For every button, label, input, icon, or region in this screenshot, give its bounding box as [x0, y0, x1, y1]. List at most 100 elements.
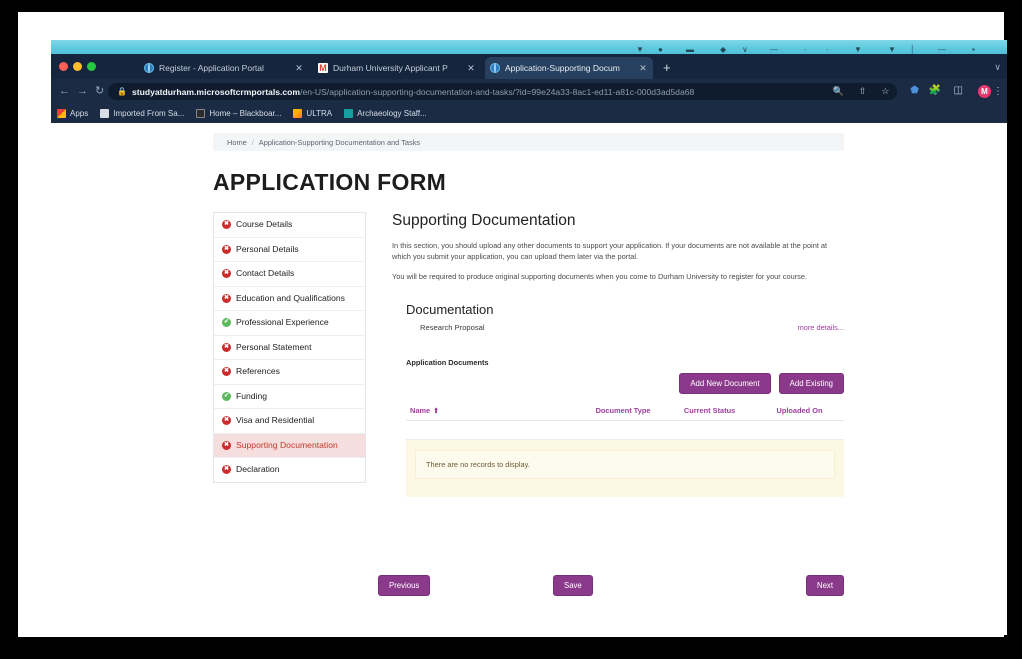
globe-icon: [144, 63, 154, 73]
sidebar-item-personal-statement[interactable]: Personal Statement: [214, 336, 365, 360]
status-incomplete-icon: [222, 465, 231, 474]
browser-tab-1[interactable]: Register - Application Portal ✕: [139, 57, 309, 79]
status-complete-icon: [222, 318, 231, 327]
window-maximize-button[interactable]: [87, 62, 96, 71]
browser-tab-3-title: Application-Supporting Docum: [505, 63, 620, 73]
form-section-nav: Course Details Personal Details Contact …: [213, 212, 366, 483]
folder-icon: [100, 109, 110, 118]
share-icon[interactable]: ⇧: [859, 86, 867, 97]
section-heading: Supporting Documentation: [392, 212, 576, 229]
table-header-row: Name ⬆ Document Type Current Status Uploa…: [406, 401, 844, 421]
menubar-glyph: —: [938, 45, 946, 54]
address-bar[interactable]: 🔒 studyatdurham.microsoftcrmportals.com/…: [108, 83, 835, 100]
sidebar-item-label: Personal Details: [236, 243, 299, 254]
close-icon[interactable]: ✕: [466, 63, 476, 74]
table-spacer-cell: [406, 420, 844, 440]
documentation-heading: Documentation: [406, 302, 494, 317]
chevron-down-icon[interactable]: ∨: [994, 62, 1001, 73]
documents-table: Name ⬆ Document Type Current Status Uploa…: [406, 401, 844, 440]
teal-dot-icon: [344, 109, 354, 118]
status-incomplete-icon: [222, 269, 231, 278]
close-icon[interactable]: ✕: [294, 63, 304, 74]
status-complete-icon: [222, 391, 231, 401]
bookmark-blackboard[interactable]: Home – Blackboar...: [196, 109, 281, 118]
sidebar-item-references[interactable]: References: [214, 360, 365, 385]
documentation-item-label: Research Proposal: [420, 323, 485, 332]
bookmark-apps[interactable]: Apps: [57, 109, 88, 118]
sidebar-item-declaration[interactable]: Declaration: [214, 458, 365, 482]
menubar-glyph: ▼: [888, 45, 896, 54]
browser-menu-icon[interactable]: ⋮: [993, 84, 1003, 99]
reload-button[interactable]: ↻: [95, 84, 104, 99]
more-details-link[interactable]: more details...: [798, 323, 844, 332]
bookmark-archaeology[interactable]: Archaeology Staff...: [344, 109, 427, 118]
puzzle-extensions-icon[interactable]: 🧩: [929, 85, 941, 97]
status-incomplete-icon: [222, 220, 231, 229]
column-header-uploaded-on[interactable]: Uploaded On: [772, 401, 844, 421]
empty-state-panel: There are no records to display.: [406, 440, 844, 497]
sidebar-item-visa-and-residential[interactable]: Visa and Residential: [214, 409, 365, 434]
sidebar-item-label: Declaration: [236, 464, 280, 474]
next-button[interactable]: Next: [805, 575, 844, 596]
breadcrumb-home[interactable]: Home: [227, 138, 247, 147]
sort-ascending-icon: ⬆: [433, 408, 440, 415]
sidebar-item-label: Education and Qualifications: [236, 292, 345, 303]
grid-toolbar: Add New Document Add Existing: [406, 373, 844, 394]
bookmark-ultra[interactable]: ULTRA: [293, 109, 332, 118]
main-content: Supporting Documentation In this section…: [392, 212, 844, 497]
breadcrumb-separator: /: [251, 137, 254, 147]
documentation-row: Research Proposal more details...: [406, 323, 844, 332]
close-icon[interactable]: ✕: [638, 63, 648, 74]
browser-tab-3[interactable]: Application-Supporting Docum ✕: [485, 57, 653, 79]
extension-shield-icon[interactable]: ⬟: [910, 85, 919, 97]
sidebar-item-professional-experience[interactable]: Professional Experience: [214, 311, 365, 336]
sidebar-item-personal-details[interactable]: Personal Details: [214, 238, 365, 262]
bookmarks-bar: Apps Imported From Sa... Home – Blackboa…: [51, 104, 1007, 123]
sidebar-item-supporting-documentation[interactable]: Supporting Documentation: [214, 433, 365, 458]
lock-icon: 🔒: [117, 87, 127, 96]
application-documents-grid: Add New Document Add Existing Name ⬆ Docu…: [392, 373, 844, 497]
sidebar-item-label: Visa and Residential: [236, 415, 315, 425]
bookmark-imported[interactable]: Imported From Sa...: [100, 109, 184, 118]
column-header-current-status[interactable]: Current Status: [679, 401, 773, 421]
form-footer-actions: Previous Save Next: [378, 575, 844, 596]
save-button[interactable]: Save: [553, 575, 593, 596]
window-close-button[interactable]: [59, 62, 68, 71]
add-existing-button[interactable]: Add Existing: [778, 373, 844, 394]
address-bar-url: studyatdurham.microsoftcrmportals.com/en…: [132, 87, 694, 97]
photo-white-page: ▼ ● ▬ ◆ ∨ — · · ▼ ▼ │ — ▪ Register - Application Por…: [18, 12, 1007, 637]
new-tab-button[interactable]: +: [663, 61, 671, 74]
previous-button[interactable]: Previous: [378, 575, 431, 596]
page-viewport: Home / Application-Supporting Documentat…: [51, 123, 1007, 635]
search-icon[interactable]: 🔍: [833, 86, 844, 97]
bookmark-apps-label: Apps: [70, 109, 89, 118]
avatar[interactable]: M: [978, 85, 991, 98]
menubar-glyph: ▬: [686, 45, 694, 54]
sidebar-item-contact-details[interactable]: Contact Details: [214, 262, 365, 287]
omnibox-actions: 🔍 ⇧ ☆: [825, 83, 897, 100]
desktop-menubar-strip: ▼ ● ▬ ◆ ∨ — · · ▼ ▼ │ — ▪: [51, 40, 1007, 54]
status-incomplete-icon: [222, 293, 231, 303]
side-panel-icon[interactable]: ◫: [954, 85, 963, 97]
ultra-icon: [293, 109, 303, 118]
window-minimize-button[interactable]: [73, 62, 82, 71]
bookmark-star-icon[interactable]: ☆: [881, 86, 889, 97]
menubar-glyph: ·: [826, 45, 829, 54]
status-incomplete-icon: [222, 367, 231, 376]
add-new-document-button[interactable]: Add New Document: [679, 373, 771, 394]
column-header-name[interactable]: Name ⬆: [406, 401, 592, 421]
status-incomplete-icon: [222, 440, 231, 450]
sidebar-item-label: Contact Details: [236, 268, 295, 278]
column-header-document-type[interactable]: Document Type: [591, 401, 680, 421]
bookmark-blackboard-label: Home – Blackboar...: [209, 109, 282, 118]
sidebar-item-label: Supporting Documentation: [236, 439, 338, 450]
browser-tab-2[interactable]: M Durham University Applicant P ✕: [313, 57, 481, 79]
sidebar-item-label: Personal Statement: [236, 341, 312, 352]
sidebar-item-funding[interactable]: Funding: [214, 385, 365, 409]
back-button[interactable]: ←: [59, 84, 70, 99]
sidebar-item-label: References: [236, 366, 280, 376]
breadcrumb: Home / Application-Supporting Documentat…: [213, 133, 844, 151]
forward-button[interactable]: →: [77, 84, 88, 99]
sidebar-item-education-and-qualifications[interactable]: Education and Qualifications: [214, 287, 365, 311]
sidebar-item-course-details[interactable]: Course Details: [214, 213, 365, 238]
